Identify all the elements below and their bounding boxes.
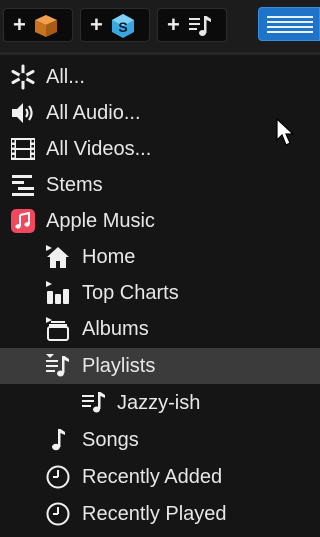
tree-item-home[interactable]: Home [0,239,320,275]
tree-item-label: Stems [46,174,103,196]
package-box-icon [35,15,57,37]
svg-text:S: S [118,19,127,35]
playlists-icon [46,354,69,377]
plus-icon: + [13,12,26,37]
playlist-music-icon [189,16,211,36]
tree-item-label: All... [46,66,85,88]
tree-item-albums[interactable]: Albums [0,311,320,347]
tree-item-label: All Videos... [46,138,152,160]
apple-music-icon [11,209,35,233]
tree-item-label: Recently Added [82,466,223,488]
mouse-pointer-icon [276,118,295,146]
tree-item-label: All Audio... [46,102,141,124]
tree-item-apple-music[interactable]: Apple Music [0,203,320,239]
plus-icon: + [90,12,103,37]
music-note-icon [52,429,65,451]
add-playlist-button[interactable]: + [157,8,227,42]
film-icon [11,138,35,160]
playlist-icon [82,392,105,413]
tree-item-label: Apple Music [46,210,155,232]
tree-item-label: Jazzy-ish [117,392,201,414]
speaker-icon [12,103,33,123]
tree-item-songs[interactable]: Songs [0,422,320,458]
albums-icon [46,317,69,341]
add-package-button[interactable]: + [3,8,73,42]
plus-icon: + [167,12,180,37]
tree-item-stems[interactable]: Stems [0,167,320,203]
tree-item-label: Recently Played [82,503,227,525]
tree-item-all-videos[interactable]: All Videos... [0,131,320,167]
tree-item-label: Albums [82,318,149,340]
list-view-toggle-button[interactable] [258,7,320,41]
home-icon [46,245,69,268]
tree-item-top-charts[interactable]: Top Charts [0,275,320,311]
tree-item-label: Home [82,246,136,268]
toolbar-divider [0,52,320,55]
toolbar: + + S + [0,0,320,52]
tree-item-label: Top Charts [82,282,179,304]
tree-item-recently-played[interactable]: Recently Played [0,496,320,532]
tree-item-label: Playlists [82,355,156,377]
add-stems-button[interactable]: + S [80,8,150,42]
tree-item-label: Songs [82,429,139,451]
clock-icon [46,465,70,489]
bar-chart-icon [46,281,69,304]
tree-item-all-audio[interactable]: All Audio... [0,95,320,131]
tree-item-jazzy-ish[interactable]: Jazzy-ish [0,385,320,421]
clock-icon [46,502,70,526]
tree-item-all[interactable]: All... [0,59,320,95]
tree-item-playlists[interactable]: Playlists [0,348,320,384]
tree-item-recently-added[interactable]: Recently Added [0,459,320,495]
stems-s-icon: S [112,14,134,38]
all-asterisk-icon [11,64,35,90]
stems-icon [12,175,34,196]
